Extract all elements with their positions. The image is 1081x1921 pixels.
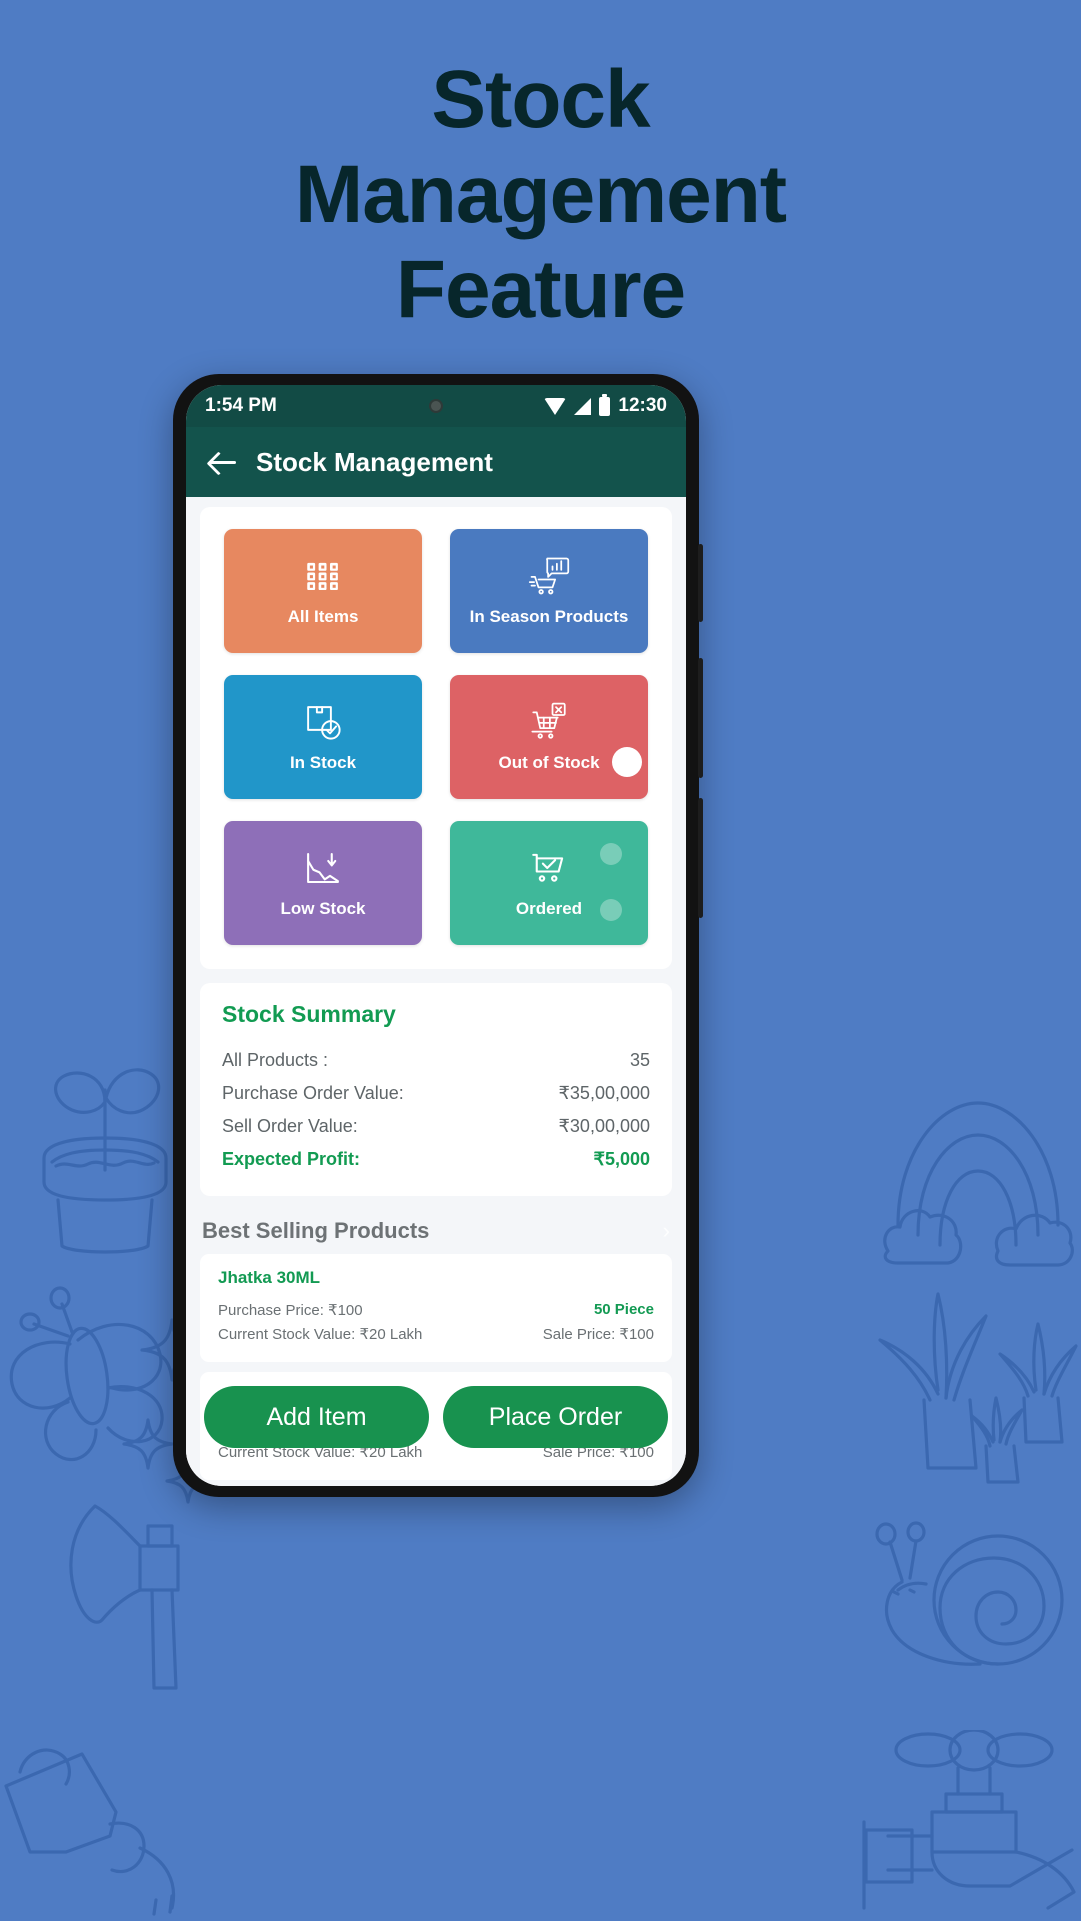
watering-can-doodle — [4, 1748, 175, 1916]
touch-indicator — [612, 747, 642, 777]
ghost-indicator-bottom — [600, 899, 622, 921]
tile-label: Low Stock — [280, 899, 366, 918]
headline-line-3: Feature — [395, 244, 686, 336]
status-clock-left: 1:54 PM — [205, 395, 277, 416]
grid-icon — [300, 555, 346, 597]
product-quantity: 50 Piece — [593, 1301, 654, 1318]
grass-doodle — [878, 1292, 1078, 1484]
chart-down-icon — [300, 847, 346, 889]
signal-icon — [574, 397, 592, 415]
cart-cross-icon — [526, 701, 572, 743]
tile-label: Out of Stock — [498, 753, 600, 772]
tile-all-items[interactable]: All Items — [224, 529, 422, 653]
ghost-indicator-top — [600, 843, 622, 865]
plant-pot-doodle — [42, 1068, 168, 1254]
tile-label: Ordered — [515, 899, 583, 918]
tile-in-season-products[interactable]: In Season Products — [450, 529, 648, 653]
summary-key: Purchase Order Value: — [222, 1083, 404, 1103]
tile-label: In Season Products — [469, 607, 629, 626]
summary-row-purchase-order-value: Purchase Order Value: ₹35,00,000 — [222, 1077, 650, 1110]
phone-side-button-power[interactable] — [698, 798, 703, 918]
phone-side-button-volume[interactable] — [698, 658, 703, 778]
best-selling-title: Best Selling Products — [202, 1218, 430, 1243]
headline-line-1: Stock — [431, 54, 650, 145]
app-bar: Stock Management — [186, 427, 686, 497]
summary-row-all-products: All Products : 35 — [222, 1044, 650, 1077]
product-sale-price: Sale Price: ₹100 — [542, 1326, 654, 1343]
summary-row-sell-order-value: Sell Order Value: ₹30,00,000 — [222, 1110, 650, 1143]
add-item-button[interactable]: Add Item — [204, 1386, 429, 1448]
place-order-button[interactable]: Place Order — [443, 1386, 668, 1448]
bottom-action-bar: Add Item Place Order — [186, 1386, 686, 1448]
stock-summary-title: Stock Summary — [222, 1001, 396, 1027]
snail-doodle — [875, 1521, 1064, 1666]
app-bar-title: Stock Management — [256, 446, 493, 477]
list-item[interactable]: Jhatka 30ML Purchase Price: ₹100 50 Piec… — [200, 1254, 672, 1362]
rainbow-cloud-doodle — [883, 1101, 1074, 1267]
tile-ordered[interactable]: Ordered — [450, 821, 648, 945]
cart-check-icon — [526, 847, 572, 889]
status-clock-right: 12:30 — [618, 395, 667, 416]
product-name: Jhatka 30ML — [218, 1268, 321, 1287]
stock-summary-card: Stock Summary All Products : 35 Purchase… — [200, 983, 672, 1196]
back-arrow-icon[interactable] — [208, 447, 238, 477]
summary-value: ₹5,000 — [593, 1149, 651, 1169]
phone-screen: 1:54 PM 12:30 Stock Management All Items… — [186, 385, 686, 1486]
front-camera-icon — [429, 399, 443, 413]
wifi-icon — [544, 397, 567, 415]
summary-key: Sell Order Value: — [222, 1116, 358, 1136]
battery-icon — [599, 393, 611, 416]
summary-row-expected-profit: Expected Profit: ₹5,000 — [222, 1143, 650, 1176]
tile-low-stock[interactable]: Low Stock — [224, 821, 422, 945]
tile-out-of-stock[interactable]: Out of Stock — [450, 675, 648, 799]
product-purchase-price: Purchase Price: ₹100 — [218, 1302, 363, 1319]
faucet-doodle — [862, 1730, 1076, 1910]
screen-content: All Items In Season Products In Stock Ou… — [186, 497, 686, 1486]
product-row-bottom: Current Stock Value: ₹20 Lakh Sale Price… — [218, 1322, 654, 1346]
summary-value: ₹30,00,000 — [558, 1116, 650, 1136]
summary-value: ₹35,00,000 — [558, 1083, 650, 1103]
tile-label: All Items — [287, 607, 359, 626]
tile-label: In Stock — [289, 753, 357, 772]
product-row-top: Purchase Price: ₹100 50 Piece — [218, 1298, 654, 1322]
cart-chart-icon — [526, 555, 572, 597]
product-stock-value: Current Stock Value: ₹20 Lakh — [218, 1326, 423, 1343]
axe-doodle — [69, 1504, 180, 1690]
phone-side-button-mute[interactable] — [698, 544, 703, 622]
page-title: Stock Management Feature — [0, 52, 1081, 337]
tile-in-stock[interactable]: In Stock — [224, 675, 422, 799]
box-check-icon — [300, 701, 346, 743]
chevron-right-icon[interactable]: › — [663, 1218, 670, 1244]
summary-value: 35 — [629, 1050, 650, 1070]
category-tiles-card: All Items In Season Products In Stock Ou… — [200, 507, 672, 969]
headline-line-2: Management — [294, 149, 787, 241]
summary-key: All Products : — [222, 1050, 329, 1070]
best-selling-header: Best Selling Products › — [202, 1218, 670, 1244]
phone-mockup: 1:54 PM 12:30 Stock Management All Items… — [173, 374, 703, 1497]
status-bar: 1:54 PM 12:30 — [186, 385, 686, 427]
summary-key: Expected Profit: — [222, 1149, 361, 1169]
